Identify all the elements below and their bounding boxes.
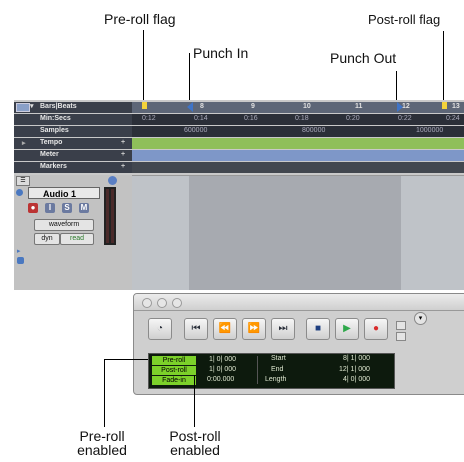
ruler-meter[interactable]: Meter + bbox=[14, 150, 464, 161]
postroll-enabled-callout: Post-roll enabled bbox=[169, 428, 221, 458]
transport-window: ◔ ⏮ ⏪ ⏩ ⏭ ■ ▶ ● ▾ Pre-roll Post-roll Fad… bbox=[133, 293, 464, 395]
punch-out-marker[interactable] bbox=[397, 102, 403, 112]
track-view-selector[interactable]: waveform bbox=[34, 219, 94, 231]
record-enable-button[interactable]: ● bbox=[28, 203, 38, 213]
punch-out-callout: Punch Out bbox=[330, 50, 397, 66]
track-name-field[interactable]: Audio 1 bbox=[28, 187, 100, 199]
track-area: Markers + ☰ Audio 1 ● I S M waveform dyn… bbox=[14, 162, 464, 290]
zoom-window-icon[interactable] bbox=[172, 298, 182, 308]
track-info-icon[interactable] bbox=[17, 257, 24, 264]
edit-window: ▾ Bars|Beats 8 9 10 11 12 13 Min:Secs 0:… bbox=[14, 100, 464, 290]
fadein-value[interactable]: 0:00.000 bbox=[207, 376, 234, 383]
automation-mode-selector[interactable]: read bbox=[60, 233, 94, 245]
track-timeline[interactable] bbox=[132, 175, 464, 290]
fadein-button[interactable]: Fade-in bbox=[152, 376, 196, 385]
ruler-tick: 0:12 bbox=[142, 115, 156, 122]
solo-button[interactable]: S bbox=[62, 203, 72, 213]
add-marker-icon[interactable]: + bbox=[121, 163, 125, 170]
ruler-tick: 0:24 bbox=[446, 115, 460, 122]
ruler-tick: 0:22 bbox=[398, 115, 412, 122]
ruler-tick: 9 bbox=[251, 103, 255, 110]
ruler-tick: 0:16 bbox=[244, 115, 258, 122]
end-value[interactable]: 12| 1| 000 bbox=[339, 366, 370, 373]
preroll-enabled-callout: Pre-roll enabled bbox=[77, 428, 127, 458]
rewind-button[interactable]: ⏪ bbox=[213, 318, 237, 340]
expand-triangle-icon[interactable]: ▸ bbox=[22, 139, 26, 147]
ruler-bars-beats-name[interactable]: ▾ Bars|Beats bbox=[14, 102, 132, 113]
preroll-flag-leader bbox=[143, 30, 144, 104]
add-tempo-icon[interactable]: + bbox=[121, 139, 125, 146]
record-button[interactable]: ● bbox=[364, 318, 388, 340]
online-button[interactable]: ◔ bbox=[148, 318, 172, 340]
ruler-tempo[interactable]: ▸ Tempo + bbox=[14, 138, 464, 149]
mute-button[interactable]: M bbox=[79, 203, 89, 213]
counter-display: Pre-roll Post-roll Fade-in 1| 0| 000 1| … bbox=[148, 353, 395, 389]
level-meter bbox=[104, 187, 116, 245]
ruler-tick: 0:18 bbox=[295, 115, 309, 122]
preroll-value[interactable]: 1| 0| 000 bbox=[209, 356, 236, 363]
length-value[interactable]: 4| 0| 000 bbox=[343, 376, 370, 383]
punch-in-leader bbox=[189, 53, 190, 104]
postroll-button[interactable]: Post-roll bbox=[152, 366, 196, 375]
ruler-min-secs[interactable]: Min:Secs 0:12 0:14 0:16 0:18 0:20 0:22 0… bbox=[14, 114, 464, 125]
input-monitor-button[interactable]: I bbox=[45, 203, 55, 213]
start-label: Start bbox=[271, 355, 286, 362]
ruler-tick: 600000 bbox=[184, 127, 208, 134]
postroll-value[interactable]: 1| 0| 000 bbox=[209, 366, 236, 373]
track-list-icon[interactable]: ☰ bbox=[16, 176, 30, 186]
ruler-tick: 1000000 bbox=[416, 127, 444, 134]
preroll-button[interactable]: Pre-roll bbox=[152, 356, 196, 365]
add-meter-icon[interactable]: + bbox=[121, 151, 125, 158]
ruler-markers[interactable]: Markers + bbox=[14, 162, 464, 173]
stop-button[interactable]: ■ bbox=[306, 318, 330, 340]
transport-titlebar[interactable] bbox=[134, 294, 464, 311]
ruler-bars-beats-track[interactable]: 8 9 10 11 12 13 bbox=[132, 102, 464, 113]
go-to-end-button[interactable]: ⏭ bbox=[271, 318, 295, 340]
punch-in-marker[interactable] bbox=[187, 102, 193, 112]
ruler-tick: 13 bbox=[452, 103, 460, 110]
ruler-tick: 0:20 bbox=[346, 115, 360, 122]
fast-forward-button[interactable]: ⏩ bbox=[242, 318, 266, 340]
ruler-view-icon[interactable] bbox=[16, 103, 30, 112]
postroll-flag-callout: Post-roll flag bbox=[368, 12, 441, 27]
chevron-down-icon: ▾ bbox=[30, 103, 34, 110]
minimize-window-icon[interactable] bbox=[157, 298, 167, 308]
expand-toggle-upper[interactable] bbox=[396, 321, 406, 330]
expand-toggle-lower[interactable] bbox=[396, 332, 406, 341]
ruler-tick: 800000 bbox=[302, 127, 326, 134]
postroll-flag[interactable] bbox=[442, 102, 447, 109]
preroll-flag[interactable] bbox=[142, 102, 147, 109]
transport-options-icon[interactable]: ▾ bbox=[414, 312, 427, 325]
ruler-tick: 10 bbox=[303, 103, 311, 110]
track-color-icon[interactable] bbox=[108, 176, 117, 185]
start-value[interactable]: 8| 1| 000 bbox=[343, 355, 370, 362]
length-label: Length bbox=[265, 376, 287, 383]
track-header: ☰ Audio 1 ● I S M waveform dyn read ▸ bbox=[14, 175, 133, 290]
ruler-tick: 12 bbox=[402, 103, 410, 110]
punch-in-callout: Punch In bbox=[193, 45, 249, 61]
ruler-tick: 0:14 bbox=[194, 115, 208, 122]
ruler-tick: 11 bbox=[355, 103, 363, 110]
preroll-enabled-leader-h bbox=[104, 359, 148, 360]
preroll-enabled-leader-v bbox=[104, 359, 105, 427]
play-button[interactable]: ▶ bbox=[335, 318, 359, 340]
close-window-icon[interactable] bbox=[142, 298, 152, 308]
punch-range-selection[interactable] bbox=[189, 175, 401, 290]
ruler-tick: 8 bbox=[200, 103, 204, 110]
postroll-flag-leader bbox=[443, 31, 444, 104]
preroll-flag-callout: Pre-roll flag bbox=[104, 11, 176, 27]
automation-dyn-button[interactable]: dyn bbox=[34, 233, 60, 245]
end-label: End bbox=[271, 366, 284, 373]
ruler-samples[interactable]: Samples 600000 800000 1000000 bbox=[14, 126, 464, 137]
postroll-enabled-leader bbox=[194, 375, 195, 427]
return-to-zero-button[interactable]: ⏮ bbox=[184, 318, 208, 340]
expand-track-icon[interactable]: ▸ bbox=[17, 247, 21, 255]
track-select-icon[interactable] bbox=[16, 189, 23, 196]
